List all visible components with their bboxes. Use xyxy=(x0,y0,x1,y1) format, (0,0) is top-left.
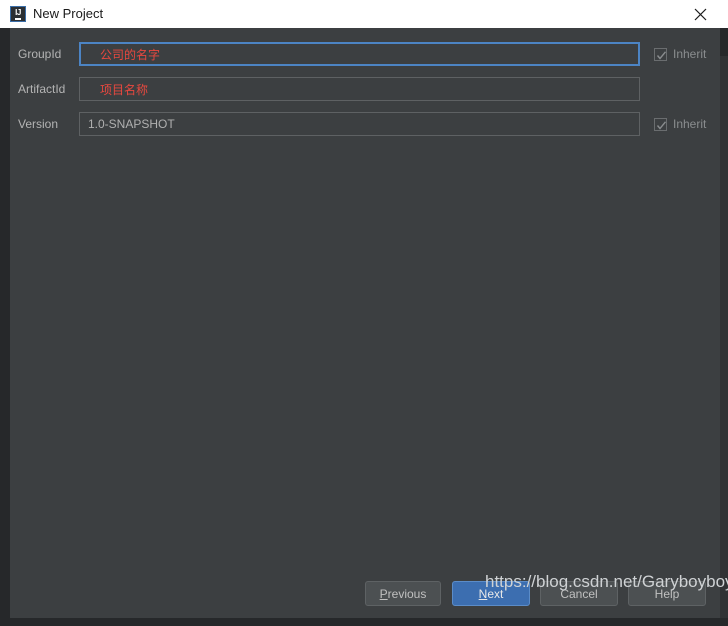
window-bottom-edge xyxy=(0,618,728,626)
previous-label: revious xyxy=(387,586,427,601)
cancel-label: Cancel xyxy=(560,586,598,601)
dialog-content: GroupId Inherit ArtifactId Vers xyxy=(10,28,720,618)
version-label: Version xyxy=(18,117,59,131)
dialog-footer: Previous Next Cancel Help xyxy=(10,573,720,618)
previous-mnemonic: P xyxy=(379,586,388,601)
title-bar: IJ New Project xyxy=(0,0,728,28)
artifactid-input[interactable] xyxy=(79,77,640,101)
window-title: New Project xyxy=(33,6,104,21)
groupid-input[interactable] xyxy=(79,42,640,66)
checkbox-icon xyxy=(654,117,667,131)
next-label: ext xyxy=(487,586,504,601)
checkbox-icon xyxy=(654,47,667,61)
close-icon xyxy=(694,8,707,21)
app-icon-label: IJ xyxy=(15,8,21,20)
artifactid-label: ArtifactId xyxy=(18,82,66,96)
help-button[interactable]: Help xyxy=(628,581,706,606)
dialog-body: GroupId Inherit ArtifactId Vers xyxy=(0,28,728,626)
groupid-label: GroupId xyxy=(18,47,62,61)
intellij-idea-icon: IJ xyxy=(10,6,26,22)
version-inherit-checkbox[interactable]: Inherit xyxy=(654,112,706,136)
next-mnemonic: N xyxy=(478,586,488,601)
form-row-artifactid: ArtifactId xyxy=(10,77,720,101)
previous-button[interactable]: Previous xyxy=(365,581,441,606)
new-project-dialog: IJ New Project GroupId 公司的名字 Inherit Art… xyxy=(0,0,728,626)
next-button[interactable]: Next xyxy=(452,581,530,606)
help-label: Help xyxy=(654,586,680,601)
window-right-edge xyxy=(720,56,728,626)
close-button[interactable] xyxy=(680,0,720,28)
version-input[interactable] xyxy=(79,112,640,136)
form-row-version: Version Inherit xyxy=(10,112,720,136)
inherit-label: Inherit xyxy=(673,47,707,61)
groupid-inherit-checkbox[interactable]: Inherit xyxy=(654,42,706,66)
form-row-groupid: GroupId Inherit xyxy=(10,42,720,66)
inherit-label: Inherit xyxy=(673,117,707,131)
cancel-button[interactable]: Cancel xyxy=(540,581,618,606)
